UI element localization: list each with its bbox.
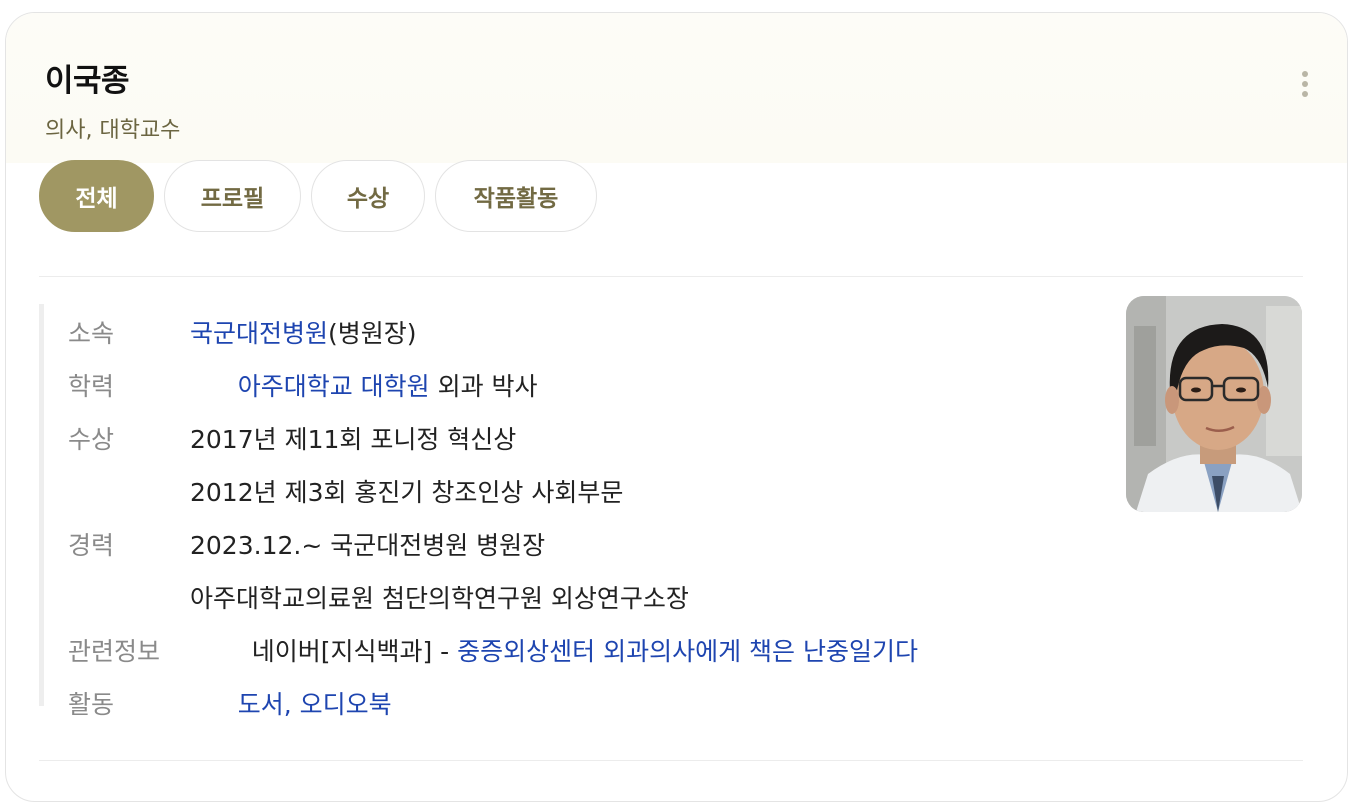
info-section: 소속 국군대전병원(병원장) 학력 아주대학교 대학원 외과 박사 수상 201… — [39, 302, 1099, 719]
person-name: 이국종 — [45, 63, 130, 99]
label-career: 경력 — [68, 531, 115, 560]
info-side-bar — [39, 304, 44, 706]
label-awards: 수상 — [68, 425, 115, 454]
more-options-icon[interactable] — [1293, 67, 1317, 101]
person-occupation: 의사, 대학교수 — [45, 118, 181, 143]
person-photo[interactable] — [1126, 296, 1302, 512]
career-item: 2023.12.~ 국군대전병원 병원장 — [190, 531, 546, 560]
card-header: 이국종 의사, 대학교수 — [6, 13, 1347, 163]
divider-bottom — [39, 760, 1303, 761]
award-item: 2017년 제11회 포니정 혁신상 — [190, 425, 517, 454]
activity-books-link[interactable]: 도서 — [238, 690, 284, 719]
tab-works[interactable]: 작품활동 — [435, 160, 597, 232]
tab-awards[interactable]: 수상 — [311, 160, 425, 232]
related-article-link[interactable]: 중증외상센터 외과의사에게 책은 난중일기다 — [457, 637, 918, 666]
info-row-education: 학력 아주대학교 대학원 외과 박사 — [68, 365, 538, 405]
info-row-awards: 수상 2017년 제11회 포니정 혁신상 — [68, 418, 516, 458]
person-photo-icon — [1126, 296, 1302, 512]
label-related: 관련정보 — [68, 637, 161, 666]
tab-bar: 전체 프로필 수상 작품활동 — [39, 160, 597, 232]
info-row-career: 경력 2023.12.~ 국군대전병원 병원장 — [68, 524, 545, 564]
info-row-activity: 활동 도서, 오디오북 — [68, 683, 392, 723]
education-link[interactable]: 아주대학교 대학원 — [238, 372, 430, 401]
tab-profile[interactable]: 프로필 — [164, 160, 301, 232]
award-item: 2012년 제3회 홍진기 창조인상 사회부문 — [190, 478, 624, 507]
education-degree: 외과 박사 — [429, 372, 538, 401]
label-education: 학력 — [68, 372, 115, 401]
label-activity: 활동 — [68, 690, 115, 719]
divider-top — [39, 276, 1303, 277]
info-row-awards-2: 2012년 제3회 홍진기 창조인상 사회부문 — [68, 471, 623, 511]
label-affiliation: 소속 — [68, 319, 115, 348]
tab-all[interactable]: 전체 — [39, 160, 154, 232]
activity-separator: , — [283, 690, 300, 719]
activity-audiobook-link[interactable]: 오디오북 — [300, 690, 392, 719]
